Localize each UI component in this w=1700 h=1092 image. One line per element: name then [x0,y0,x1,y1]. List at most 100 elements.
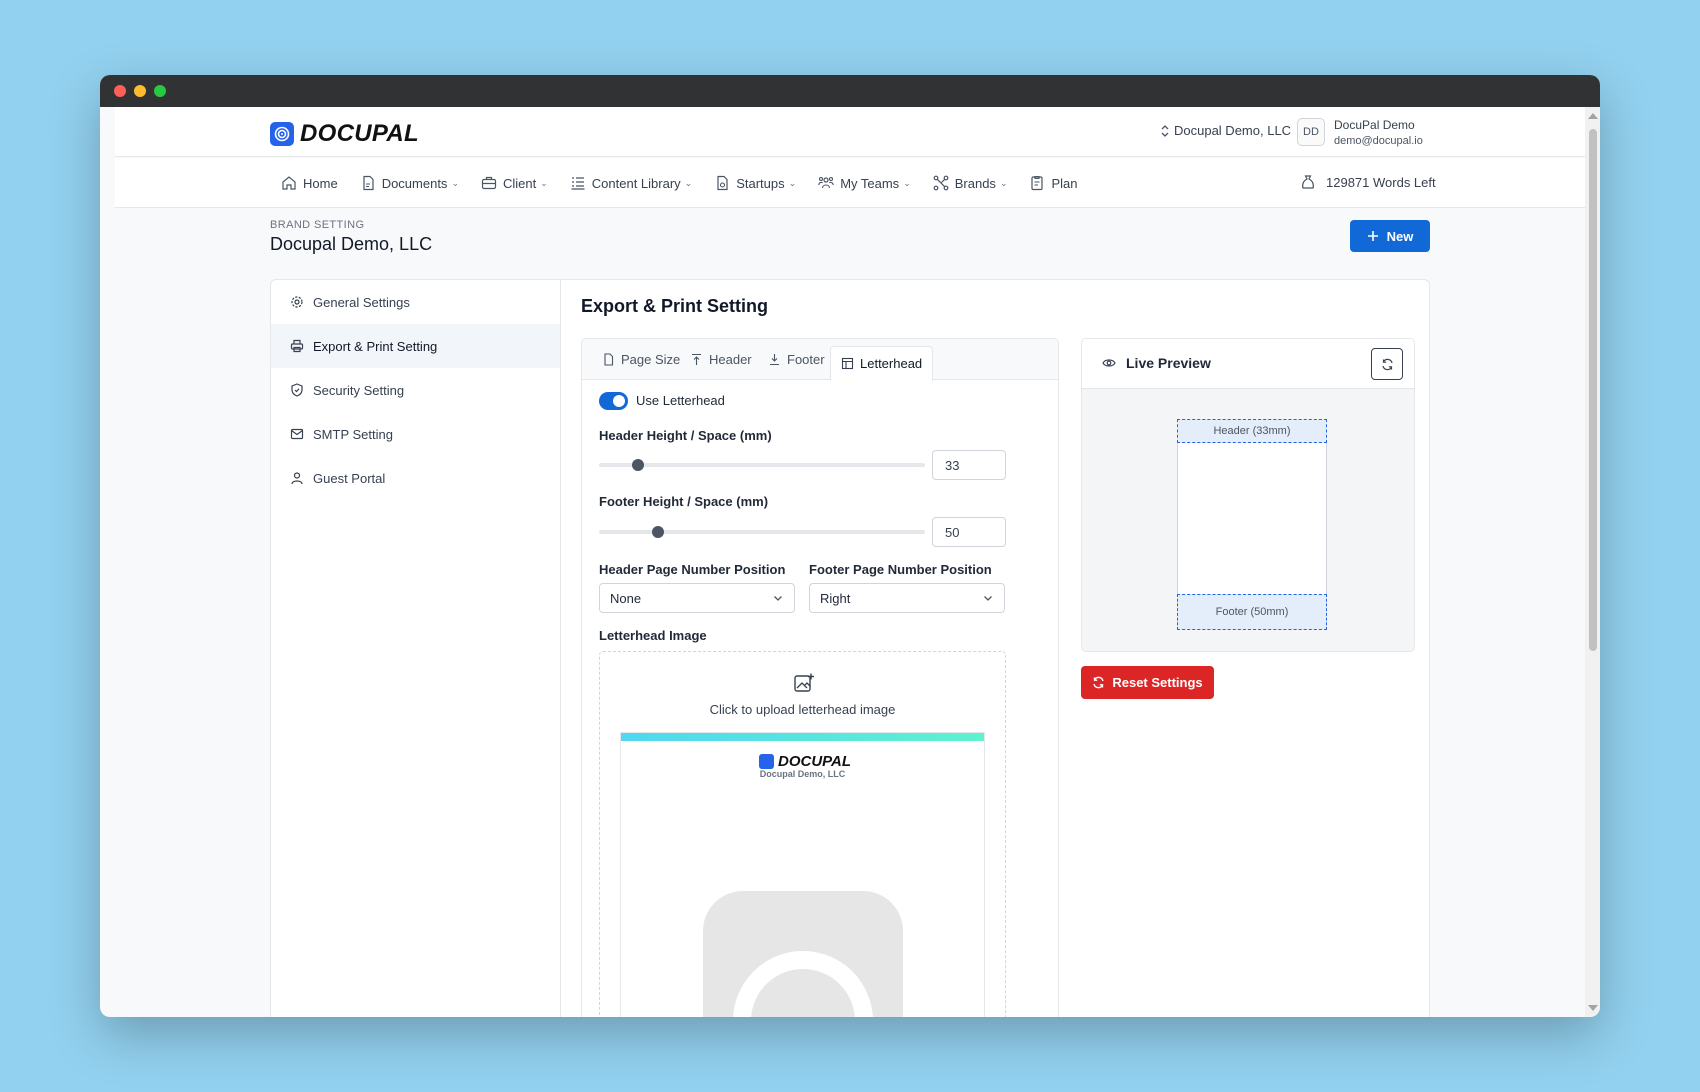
live-preview-panel: Live Preview Header (33mm) Footer (50mm) [1081,338,1415,652]
chevron-down-icon: ⌄ [684,177,693,188]
sidebar-item-label: Security Setting [313,382,405,398]
chevron-down-icon: ⌄ [540,177,548,188]
footer-height-slider[interactable] [599,526,925,538]
file-icon [717,175,728,191]
tab-label: Page Size [621,352,681,367]
toggle-knob [613,395,625,407]
logo-mark-icon [270,122,294,146]
team-icon [818,176,834,189]
live-preview-header: Live Preview [1082,339,1414,389]
words-left-counter: 129871 Words Left [1300,174,1436,190]
nav-item-label: Brands [954,175,996,191]
letterhead-image-preview: DOCUPAL Docupal Demo, LLC [620,732,985,1017]
org-switcher-label: Docupal Demo, LLC [1174,123,1292,138]
scroll-down-arrow-icon[interactable] [1588,1005,1598,1011]
app-logo[interactable]: DOCUPAL [270,120,419,148]
refresh-preview-button[interactable] [1371,348,1403,380]
nav-item-my-teams[interactable]: My Teams ⌄ [818,175,911,191]
letterhead-upload-dropzone[interactable]: Click to upload letterhead image DOCUPAL… [599,651,1006,1017]
chevron-down-icon [774,596,782,601]
window-titlebar [100,75,1600,107]
tab-header[interactable]: Header [690,339,752,380]
reset-settings-button[interactable]: Reset Settings [1081,666,1214,699]
upload-instruction: Click to upload letterhead image [709,702,896,717]
letterhead-logo-text: DOCUPAL [778,753,852,770]
sidebar-item-export-print[interactable]: Export & Print Setting [271,324,560,368]
mail-icon [290,428,304,440]
nav-item-client[interactable]: Client ⌄ [481,175,548,191]
user-email: demo@docupal.io [1334,135,1423,147]
close-window-button[interactable] [114,85,126,97]
avatar[interactable]: DD [1297,118,1325,146]
use-letterhead-toggle[interactable] [599,392,628,410]
letterhead-image-label: Letterhead Image [599,628,707,643]
tab-letterhead[interactable]: Letterhead [830,346,934,381]
org-switcher[interactable]: Docupal Demo, LLC [1160,123,1291,138]
settings-card: General Settings Export & Print Setting … [270,279,1430,1017]
chevron-down-icon: ⌄ [903,177,911,188]
footer-page-number-value: Right [820,590,851,606]
shield-icon [291,383,303,397]
preview-header-area: Header (33mm) [1177,419,1327,443]
footer-height-label: Footer Height / Space (mm) [599,494,769,509]
tab-footer[interactable]: Footer [768,339,825,380]
letterhead-watermark-icon [703,891,903,1017]
nav-item-label: Content Library [591,175,681,191]
chevron-down-icon: ⌄ [999,177,1008,188]
nav-item-startups[interactable]: Startups ⌄ [714,175,796,191]
logo-text: DOCUPAL [300,120,419,147]
header-height-input[interactable]: 33 [932,450,1006,480]
scrollbar-thumb[interactable] [1589,129,1597,651]
live-preview-title-text: Live Preview [1126,355,1211,371]
browser-window: DOCUPAL Docupal Demo, LLC DD DocuPal Dem… [100,75,1600,1017]
minimize-window-button[interactable] [134,85,146,97]
nav-item-documents[interactable]: Documents ⌄ [360,175,459,191]
section-title: Export & Print Setting [581,296,769,316]
use-letterhead-label: Use Letterhead [636,393,725,408]
footer-page-number-select[interactable]: Right [809,583,1005,613]
page-icon [604,353,614,366]
nav-item-brands[interactable]: Brands ⌄ [933,175,1008,191]
footer-page-number-label: Footer Page Number Position [809,562,992,577]
nav-item-label: Client [502,175,537,191]
user-name: DocuPal Demo [1334,118,1415,132]
header-height-slider[interactable] [599,459,925,471]
footer-height-slider-handle[interactable] [651,526,664,538]
briefcase-icon [481,176,497,190]
nav-item-label: Plan [1051,175,1078,191]
sidebar-item-label: Export & Print Setting [313,338,438,354]
nav-item-home[interactable]: Home [281,175,338,191]
settings-sidebar: General Settings Export & Print Setting … [271,280,561,1017]
header-page-number-select[interactable]: None [599,583,795,613]
maximize-window-button[interactable] [154,85,166,97]
sidebar-item-security-setting[interactable]: Security Setting [271,368,560,412]
nav-item-content-library[interactable]: Content Library ⌄ [570,175,692,191]
image-upload-icon [794,673,814,692]
scroll-up-arrow-icon[interactable] [1588,113,1598,119]
top-bar: DOCUPAL Docupal Demo, LLC DD DocuPal Dem… [115,107,1585,157]
tab-page-size[interactable]: Page Size [602,339,680,380]
preview-page: Header (33mm) Footer (50mm) [1177,419,1327,630]
user-icon [291,472,303,485]
header-height-slider-handle[interactable] [632,459,645,471]
new-button[interactable]: New [1350,220,1430,252]
refresh-icon [1381,358,1393,370]
download-icon [770,354,779,366]
main-nav: Home Documents ⌄ Client ⌄ Content Librar… [115,158,1585,208]
align-top-icon [692,353,701,365]
page-viewport: DOCUPAL Docupal Demo, LLC DD DocuPal Dem… [115,107,1585,1017]
settings-tabs: Page Size Header Footer Letterhead [582,339,1058,381]
chevron-down-icon: ⌄ [788,177,797,188]
header-page-number-value: None [610,590,642,606]
page-scrollbar[interactable] [1585,107,1600,1017]
tab-label: Letterhead [860,356,923,371]
nav-item-label: Startups [736,175,785,191]
sidebar-item-general-settings[interactable]: General Settings [271,280,560,324]
section-label: BRAND SETTING [270,219,365,231]
sidebar-item-guest-portal[interactable]: Guest Portal [271,456,560,500]
gear-icon [291,296,303,308]
footer-height-input[interactable]: 50 [932,517,1006,547]
nav-item-plan[interactable]: Plan [1029,175,1078,191]
sidebar-item-smtp-setting[interactable]: SMTP Setting [271,412,560,456]
printer-icon [290,339,304,353]
